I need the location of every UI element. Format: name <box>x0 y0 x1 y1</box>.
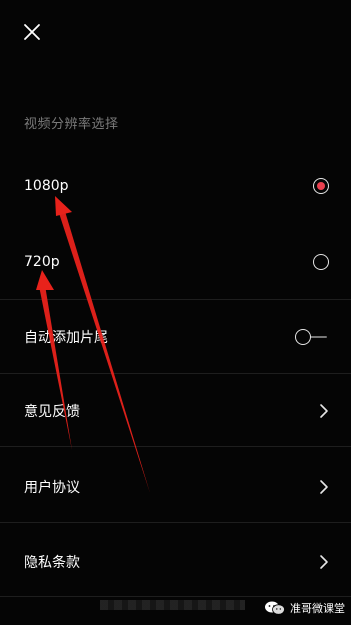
setting-user-agreement[interactable]: 用户协议 <box>0 458 351 516</box>
chevron-right-icon <box>320 404 328 418</box>
radio-selected-icon[interactable] <box>313 178 329 194</box>
resolution-option-1080p[interactable]: 1080p <box>0 157 351 215</box>
chevron-right-icon <box>320 480 328 494</box>
setting-auto-outro[interactable]: 自动添加片尾 <box>0 308 351 366</box>
watermark-text: 准哥微课堂 <box>290 602 345 615</box>
watermark: 准哥微课堂 <box>264 598 345 618</box>
divider <box>0 373 351 374</box>
radio-unselected-icon[interactable] <box>313 254 329 270</box>
chevron-right-icon <box>320 555 328 569</box>
close-icon[interactable] <box>20 20 44 44</box>
setting-label: 自动添加片尾 <box>24 330 108 346</box>
setting-label: 意见反馈 <box>24 404 80 420</box>
divider <box>0 299 351 300</box>
setting-feedback[interactable]: 意见反馈 <box>0 382 351 440</box>
section-title-resolution: 视频分辨率选择 <box>24 117 119 132</box>
setting-privacy-policy[interactable]: 隐私条款 <box>0 533 351 591</box>
wechat-icon <box>265 601 285 615</box>
setting-label: 用户协议 <box>24 480 80 496</box>
divider <box>0 446 351 447</box>
blurred-text <box>100 600 245 610</box>
resolution-option-label: 1080p <box>24 178 69 194</box>
auto-outro-toggle[interactable] <box>295 329 327 345</box>
settings-screen: 视频分辨率选择 1080p 720p 自动添加片尾 意见反馈 用户协议 隐私条款… <box>0 0 351 625</box>
divider <box>0 522 351 523</box>
divider <box>0 596 351 597</box>
resolution-option-label: 720p <box>24 254 60 270</box>
resolution-option-720p[interactable]: 720p <box>0 233 351 291</box>
setting-label: 隐私条款 <box>24 555 80 571</box>
